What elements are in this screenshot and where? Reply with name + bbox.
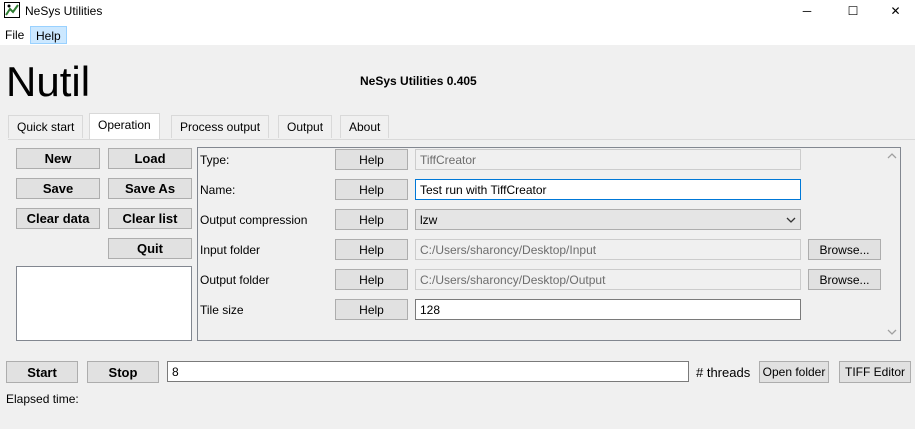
type-label: Type:: [200, 153, 230, 167]
clear-data-button[interactable]: Clear data: [16, 208, 100, 229]
output-folder-help-button[interactable]: Help: [335, 269, 408, 290]
close-icon: ✕: [890, 4, 901, 18]
input-browse-button[interactable]: Browse...: [808, 239, 881, 260]
output-folder-field: C:/Users/sharoncy/Desktop/Output: [415, 269, 801, 290]
new-button[interactable]: New: [16, 148, 100, 169]
minimize-icon: ─: [802, 4, 812, 18]
close-button[interactable]: ✕: [876, 0, 915, 22]
save-as-button[interactable]: Save As: [108, 178, 192, 199]
title-bar: [0, 0, 915, 24]
tab-quick-start[interactable]: Quick start: [8, 115, 84, 138]
quit-button[interactable]: Quit: [108, 238, 192, 259]
input-folder-field: C:/Users/sharoncy/Desktop/Input: [415, 239, 801, 260]
threads-input[interactable]: 8: [167, 361, 689, 382]
compression-value: lzw: [420, 213, 438, 227]
name-label: Name:: [200, 183, 236, 197]
save-button[interactable]: Save: [16, 178, 100, 199]
input-folder-help-button[interactable]: Help: [335, 239, 408, 260]
app-logo: Nutil: [6, 58, 91, 105]
chevron-down-icon: [786, 217, 796, 223]
type-field: TiffCreator: [415, 149, 801, 170]
name-help-button[interactable]: Help: [335, 179, 408, 200]
load-button[interactable]: Load: [108, 148, 192, 169]
scroll-down-icon[interactable]: [886, 327, 898, 337]
name-input[interactable]: Test run with TiffCreator: [415, 179, 801, 200]
window-title: NeSys Utilities: [25, 4, 103, 18]
menu-file[interactable]: File: [0, 26, 29, 44]
tile-size-input[interactable]: 128: [415, 299, 801, 320]
input-folder-label: Input folder: [200, 243, 261, 257]
tile-size-label: Tile size: [200, 303, 244, 317]
app-icon: [4, 2, 20, 18]
maximize-button[interactable]: ☐: [830, 0, 876, 22]
tab-output[interactable]: Output: [278, 115, 333, 138]
clear-list-button[interactable]: Clear list: [108, 208, 192, 229]
tile-size-help-button[interactable]: Help: [335, 299, 408, 320]
file-list[interactable]: [16, 266, 192, 341]
threads-label: # threads: [696, 365, 751, 380]
start-button[interactable]: Start: [6, 361, 78, 383]
output-folder-label: Output folder: [200, 273, 270, 287]
tiff-editor-button[interactable]: TIFF Editor: [839, 361, 911, 383]
tab-about[interactable]: About: [340, 115, 390, 138]
version-label: NeSys Utilities 0.405: [360, 74, 477, 88]
minimize-button[interactable]: ─: [784, 0, 830, 22]
form-scrollbar[interactable]: [884, 148, 900, 340]
compression-label: Output compression: [200, 213, 308, 227]
elapsed-time-label: Elapsed time:: [6, 392, 79, 406]
maximize-icon: ☐: [847, 4, 859, 18]
compression-select[interactable]: lzw: [415, 209, 801, 230]
tab-operation[interactable]: Operation: [89, 113, 160, 140]
compression-help-button[interactable]: Help: [335, 209, 408, 230]
output-browse-button[interactable]: Browse...: [808, 269, 881, 290]
menu-bar: [0, 24, 915, 45]
menu-help[interactable]: Help: [30, 26, 67, 44]
tab-process-output[interactable]: Process output: [171, 115, 270, 138]
open-folder-button[interactable]: Open folder: [759, 361, 829, 383]
scroll-up-icon[interactable]: [886, 151, 898, 161]
stop-button[interactable]: Stop: [87, 361, 159, 383]
type-help-button[interactable]: Help: [335, 149, 408, 170]
